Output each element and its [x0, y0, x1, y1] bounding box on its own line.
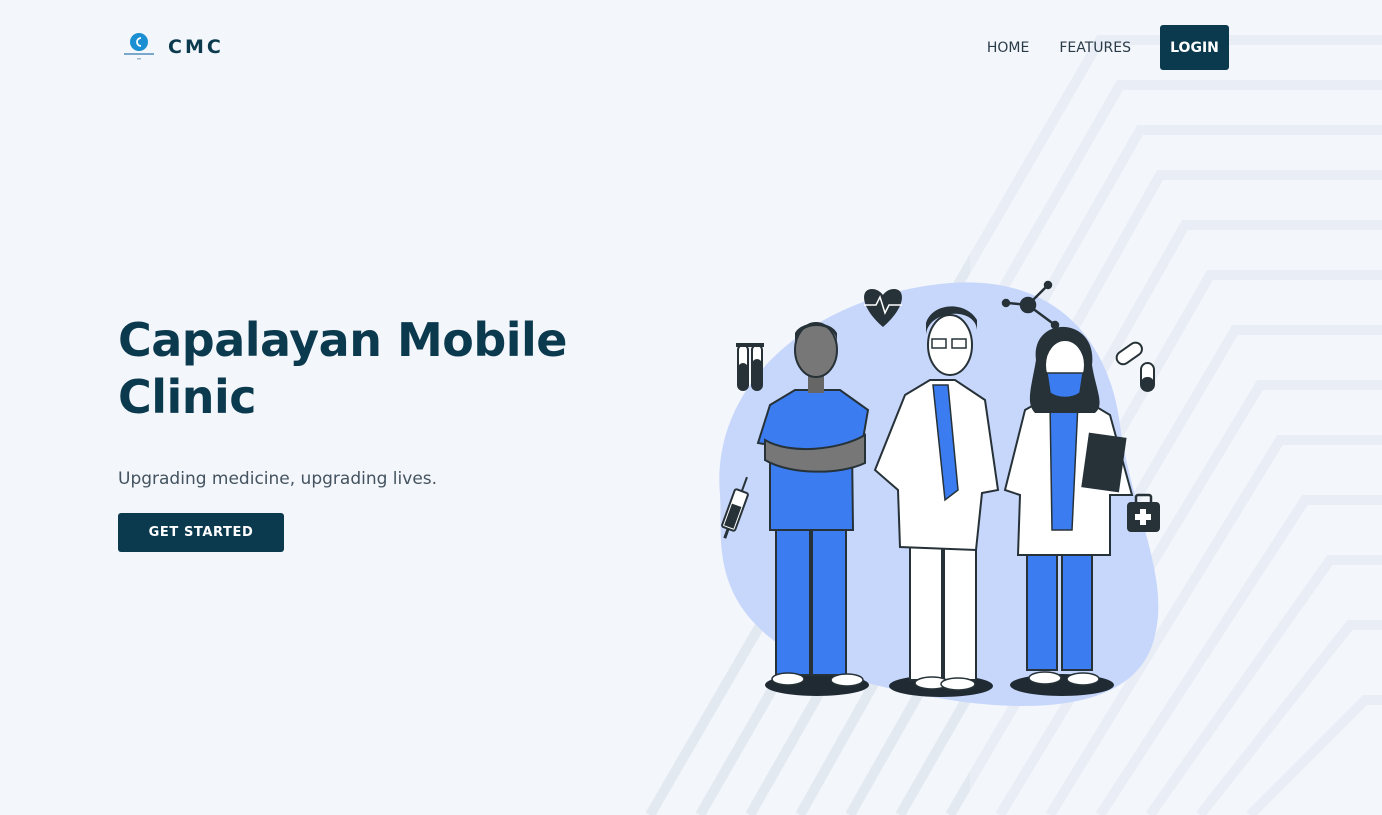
- test-tubes-icon: [736, 343, 764, 391]
- medical-team-illustration: [719, 280, 1160, 707]
- clinic-logo-icon: [124, 33, 154, 60]
- main-nav: HOME FEATURES LOGIN: [987, 25, 1229, 70]
- get-started-button[interactable]: GET STARTED: [118, 513, 284, 552]
- hero-title: Capalayan Mobile Clinic: [118, 313, 568, 424]
- brand-name: CMC: [168, 36, 224, 58]
- nav-home-link[interactable]: HOME: [987, 40, 1029, 56]
- pill-icon: [1115, 341, 1155, 392]
- hero-section: Capalayan Mobile Clinic Upgrading medici…: [118, 312, 588, 552]
- nav-features-link[interactable]: FEATURES: [1059, 40, 1131, 56]
- login-button[interactable]: LOGIN: [1160, 25, 1229, 70]
- hero-subtitle: Upgrading medicine, upgrading lives.: [118, 469, 438, 489]
- brand[interactable]: CMC: [120, 32, 224, 62]
- site-header: CMC HOME FEATURES LOGIN: [0, 0, 1382, 95]
